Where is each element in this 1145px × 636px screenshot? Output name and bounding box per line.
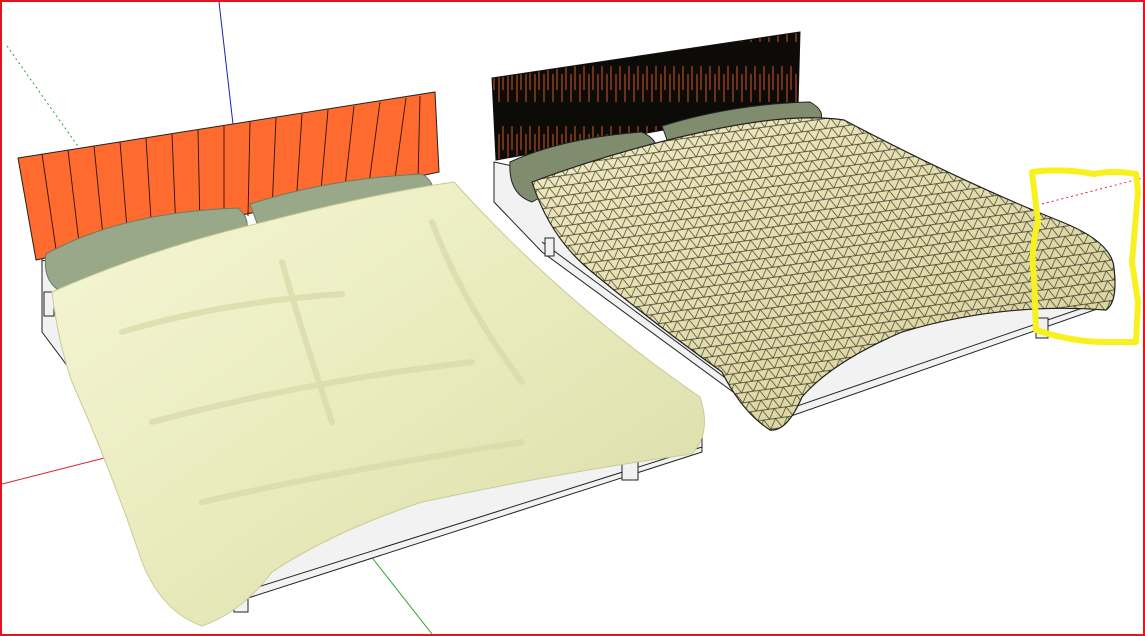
green-axis [365, 549, 433, 634]
3d-viewport[interactable] [0, 0, 1145, 636]
bed-right-leg-back [544, 237, 555, 257]
scene-canvas[interactable] [2, 2, 1143, 634]
red-axis-dotted [1041, 177, 1143, 205]
red-axis [2, 453, 121, 485]
green-axis-dotted [6, 45, 83, 153]
